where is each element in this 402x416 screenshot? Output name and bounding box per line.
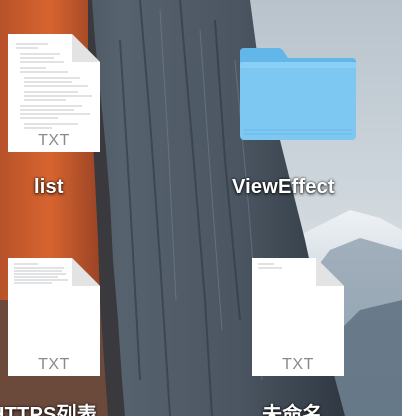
file-extension-label: TXT — [282, 356, 314, 373]
desktop-item-https-list[interactable]: TXT — [8, 258, 100, 381]
text-document-icon: TXT — [8, 258, 100, 376]
text-document-icon: TXT — [252, 258, 344, 376]
desktop-item-label-vieweffect[interactable]: ViewEffect — [232, 176, 335, 199]
desktop-item-label-untitled[interactable]: 未命名 — [262, 398, 323, 416]
desktop[interactable]: TXT list ViewEffect TXT HTTPS列表 TXT 未命名 — [0, 0, 402, 416]
desktop-item-list[interactable]: TXT — [8, 34, 100, 157]
folder-icon — [240, 48, 356, 140]
file-extension-label: TXT — [38, 356, 70, 373]
desktop-item-label-https-list[interactable]: HTTPS列表 — [0, 398, 97, 416]
desktop-item-label-list[interactable]: list — [34, 176, 64, 199]
file-extension-label: TXT — [38, 132, 70, 149]
text-document-icon: TXT — [8, 34, 100, 152]
desktop-item-untitled[interactable]: TXT — [252, 258, 344, 381]
desktop-item-vieweffect[interactable] — [238, 44, 358, 149]
